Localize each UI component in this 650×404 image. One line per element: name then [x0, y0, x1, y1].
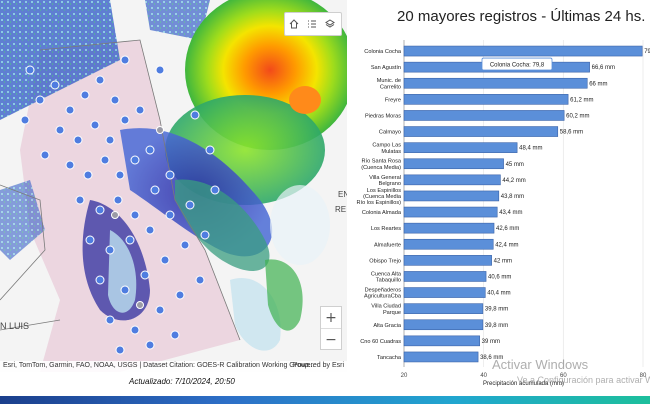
value-label: 39,8 mm: [485, 323, 508, 329]
category-label: Colonia Cocha: [364, 49, 402, 55]
bar: [403, 255, 492, 266]
bar: [403, 351, 479, 363]
value-label: 66 mm: [589, 81, 607, 87]
category-label: Alta Gracia: [373, 323, 402, 329]
layers-button[interactable]: [321, 13, 339, 35]
attribution-text: Esri, TomTom, Garmin, FAO, NOAA, USGS | …: [3, 362, 315, 369]
value-label: 40,4 mm: [487, 291, 510, 297]
value-label: 44,2 mm: [502, 178, 525, 184]
bar: [403, 158, 504, 170]
home-button[interactable]: [285, 13, 303, 35]
chart-panel: 20 mayores registros - Últimas 24 hs. 20…: [347, 0, 650, 392]
bar: [403, 142, 518, 153]
value-label: 39 mm: [482, 339, 500, 345]
bar: [403, 319, 484, 331]
value-label: 79,8: [644, 49, 650, 55]
category-label: Los Espinillos (Cuenca Media Río los Espin…: [357, 188, 402, 206]
zoom-out-button[interactable]: −: [321, 328, 341, 350]
category-label: Cno 60 Cuadras: [360, 339, 401, 345]
map-view[interactable]: EN RE N LUIS + − Esri, TomTom, Garmin, F…: [0, 0, 347, 372]
tooltip-text: Colonia Cocha: 79,8: [490, 63, 545, 69]
category-label: Cuenca Alta Tabaquillo: [371, 271, 402, 283]
category-label: Campo Las Mulatas: [372, 143, 401, 155]
value-label: 39,8 mm: [485, 307, 508, 313]
bar-chart: 20406080Colonia Cocha79,8San Agustín66,6…: [357, 40, 650, 387]
bar: [403, 190, 500, 202]
map-label-re: RE: [335, 205, 347, 214]
bar: [403, 222, 495, 234]
category-label: Obispo Trejo: [369, 258, 401, 264]
watermark-title: Activar Windows: [492, 357, 589, 372]
category-label: Piedras Moras: [365, 113, 401, 119]
map-attribution: Esri, TomTom, Garmin, FAO, NOAA, USGS | …: [0, 361, 347, 372]
bar: [403, 77, 588, 89]
category-label: San Agustín: [371, 65, 401, 71]
zoom-control: + −: [320, 306, 342, 350]
bar: [403, 271, 487, 282]
home-icon: [289, 19, 299, 29]
value-label: 61,2 mm: [570, 97, 593, 103]
legend-button[interactable]: [303, 13, 321, 35]
bar: [403, 335, 480, 347]
category-label: Calmayo: [379, 130, 401, 136]
x-tick-label: 40: [480, 373, 487, 379]
bar: [403, 206, 498, 218]
map-toolbar: [284, 12, 342, 36]
category-label: Almafuerte: [374, 242, 401, 248]
category-label: Villa General Belgrano: [369, 175, 401, 187]
updated-timestamp: Actualizado: 7/10/2024, 20:50: [129, 377, 235, 386]
bar: [403, 287, 486, 298]
category-label: Río Santa Rosa (Cuenca Media): [361, 159, 402, 171]
category-label: Los Reartes: [371, 226, 401, 232]
radar-map[interactable]: [0, 0, 347, 372]
chart-title: 20 mayores registros - Últimas 24 hs.: [397, 8, 646, 25]
watermark-subtitle: Ve a Configuración para activar Windows: [517, 375, 650, 385]
value-label: 40,6 mm: [488, 274, 511, 280]
value-label: 43,4 mm: [499, 210, 522, 216]
bar: [403, 238, 494, 250]
category-label: Despeñaderos AgriculturaCba: [364, 287, 402, 299]
footer-accent-bar: [0, 396, 650, 404]
value-label: 45 mm: [506, 162, 524, 168]
bar: [403, 126, 559, 137]
category-label: Colonia Almada: [362, 210, 402, 216]
value-label: 42 mm: [494, 258, 512, 264]
bar: [403, 303, 484, 314]
bar: [403, 174, 501, 186]
bar: [403, 110, 565, 121]
value-label: 58,6 mm: [560, 130, 583, 136]
bar: [403, 94, 569, 105]
list-icon: [308, 20, 316, 28]
layers-icon: [325, 19, 335, 28]
map-label-en: EN: [338, 190, 347, 199]
category-label: Tancacha: [377, 355, 402, 361]
value-label: 42,6 mm: [496, 226, 519, 232]
zoom-in-button[interactable]: +: [321, 307, 341, 328]
value-label: 42,4 mm: [495, 242, 518, 248]
category-label: Munic. de Carrelito: [377, 78, 401, 90]
value-label: 60,2 mm: [566, 113, 589, 119]
map-label-san-luis: N LUIS: [0, 321, 30, 331]
value-label: 66,6 mm: [592, 65, 615, 71]
bar: [403, 45, 643, 57]
value-label: 43,8 mm: [501, 194, 524, 200]
category-label: Villa Ciudad Parque: [371, 304, 401, 316]
x-tick-label: 20: [401, 373, 408, 379]
category-label: Freyre: [385, 97, 401, 103]
value-label: 48,4 mm: [519, 146, 542, 152]
powered-by-esri-link[interactable]: Powered by Esri: [293, 362, 344, 369]
